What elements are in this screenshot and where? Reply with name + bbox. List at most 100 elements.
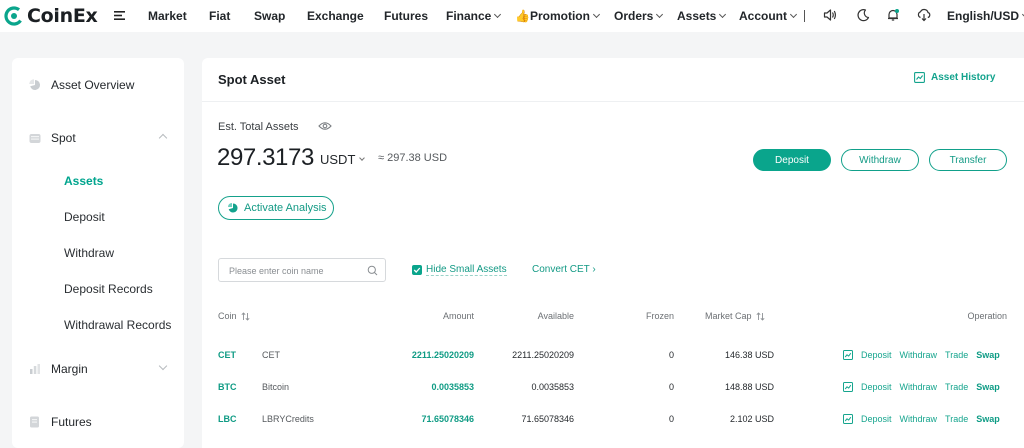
- coin-name: Bitcoin: [262, 382, 290, 392]
- sidebar-subitem-deposit-records[interactable]: Deposit Records: [12, 274, 184, 304]
- chart-icon[interactable]: [843, 382, 853, 392]
- search-input[interactable]: [229, 263, 359, 278]
- column-header-label: Operation: [967, 311, 1007, 321]
- nav-futures[interactable]: Futures: [384, 9, 428, 23]
- hide-small-assets-label: Hide Small Assets: [426, 264, 507, 276]
- asset-history-link[interactable]: Asset History: [914, 72, 995, 83]
- nav-futures-label: Futures: [384, 9, 429, 23]
- deposit-button[interactable]: Deposit: [753, 149, 831, 171]
- swap-link[interactable]: Swap: [976, 350, 1000, 360]
- speaker-icon[interactable]: [823, 8, 837, 22]
- sidebar-subitem-assets[interactable]: Assets: [12, 166, 184, 196]
- swap-link[interactable]: Swap: [976, 414, 1000, 424]
- top-navbar: CoinEx Market Fiat Swap Exchange Futures…: [0, 0, 1024, 32]
- currency-selector[interactable]: USDT: [320, 152, 366, 167]
- nav-finance[interactable]: Finance: [446, 9, 502, 23]
- coin-symbol[interactable]: CET: [218, 339, 236, 371]
- deposit-link[interactable]: Deposit: [861, 414, 892, 424]
- coin-amount: 2211.25020209: [411, 350, 474, 360]
- check-icon: [413, 267, 421, 273]
- sidebar-subitem-label: Deposit: [64, 210, 105, 224]
- withdraw-link[interactable]: Withdraw: [900, 382, 938, 392]
- coin-available: 71.65078346: [521, 414, 574, 424]
- spot-asset-panel: Spot Asset Asset History Est. Total Asse…: [202, 58, 1024, 448]
- sidebar-subitem-deposit[interactable]: Deposit: [12, 202, 184, 232]
- table-row: BTC Bitcoin 0.0035853 0.0035853 0 148.88…: [202, 371, 1024, 403]
- coin-symbol[interactable]: LBC: [218, 403, 237, 435]
- coin-frozen: 0: [668, 382, 674, 392]
- nav-account[interactable]: Account: [739, 9, 798, 23]
- deposit-link[interactable]: Deposit: [861, 350, 892, 360]
- coin-frozen: 0: [668, 350, 674, 360]
- column-header-frozen: Frozen: [646, 311, 674, 321]
- column-header-market-cap[interactable]: Market Cap: [705, 311, 765, 321]
- deposit-link[interactable]: Deposit: [861, 382, 892, 392]
- sidebar: Asset Overview Spot Assets Deposit Withd…: [12, 58, 184, 448]
- chevron-down-icon: [494, 10, 502, 19]
- sidebar-item-label: Futures: [51, 415, 92, 429]
- sidebar-subitem-withdrawal-records[interactable]: Withdrawal Records: [12, 310, 184, 340]
- chevron-down-icon: [719, 10, 727, 19]
- column-header-operation: Operation: [967, 311, 1007, 321]
- nav-fiat[interactable]: Fiat: [209, 9, 230, 23]
- sidebar-item-futures[interactable]: Futures: [12, 405, 184, 439]
- notification-icon[interactable]: [886, 8, 900, 22]
- sidebar-subitem-label: Withdraw: [64, 246, 115, 260]
- language-label: English/USD: [947, 9, 1020, 23]
- language-selector[interactable]: English/USD: [947, 9, 1024, 23]
- brand-name: CoinEx: [27, 5, 98, 27]
- hide-small-assets-toggle[interactable]: Hide Small Assets: [412, 264, 507, 276]
- total-assets-value: 297.3173: [217, 144, 314, 171]
- nav-orders[interactable]: Orders: [614, 9, 664, 23]
- nav-exchange[interactable]: Exchange: [307, 9, 364, 23]
- sort-icon: [756, 311, 765, 321]
- column-header-coin[interactable]: Coin: [218, 311, 250, 321]
- table-row: CET CET 2211.25020209 2211.25020209 0 14…: [202, 339, 1024, 371]
- currency-label: USDT: [320, 152, 356, 167]
- nav-assets[interactable]: Assets: [677, 9, 727, 23]
- nav-finance-label: Finance: [446, 9, 492, 23]
- chart-icon[interactable]: [843, 414, 853, 424]
- column-header-label: Market Cap: [705, 311, 752, 321]
- row-operations: Deposit Withdraw Trade Swap: [843, 371, 1000, 403]
- approx-usd-value: ≈ 297.38 USD: [378, 152, 448, 164]
- nav-market[interactable]: Market: [148, 9, 187, 23]
- coin-amount: 0.0035853: [431, 382, 474, 392]
- coinex-logo-icon: [4, 6, 24, 26]
- convert-cet-link[interactable]: Convert CET ›: [532, 264, 596, 275]
- row-operations: Deposit Withdraw Trade Swap: [843, 339, 1000, 371]
- sidebar-item-spot[interactable]: Spot: [12, 121, 184, 155]
- trade-link[interactable]: Trade: [945, 382, 968, 392]
- nav-swap[interactable]: Swap: [254, 9, 285, 23]
- coin-market-cap: 146.38 USD: [724, 350, 774, 360]
- coin-name: CET: [262, 350, 280, 360]
- nav-orders-label: Orders: [614, 9, 654, 23]
- coin-symbol[interactable]: BTC: [218, 371, 237, 403]
- coin-market-cap: 148.88 USD: [724, 382, 774, 392]
- column-header-available: Available: [538, 311, 574, 321]
- trade-link[interactable]: Trade: [945, 414, 968, 424]
- withdraw-button[interactable]: Withdraw: [841, 149, 919, 171]
- coinex-logo[interactable]: CoinEx: [4, 5, 98, 27]
- nav-promotion[interactable]: 👍Promotion: [515, 9, 600, 23]
- sidebar-item-margin[interactable]: Margin: [12, 352, 184, 386]
- sidebar-item-asset-overview[interactable]: Asset Overview: [12, 68, 184, 102]
- withdraw-link[interactable]: Withdraw: [900, 350, 938, 360]
- sidebar-subitem-withdraw[interactable]: Withdraw: [12, 238, 184, 268]
- checkbox[interactable]: [412, 265, 422, 275]
- trade-link[interactable]: Trade: [945, 350, 968, 360]
- nav-fiat-label: Fiat: [209, 9, 231, 23]
- eye-icon[interactable]: [318, 121, 332, 131]
- withdraw-link[interactable]: Withdraw: [900, 414, 938, 424]
- est-total-label: Est. Total Assets: [218, 121, 299, 133]
- download-icon[interactable]: [917, 8, 931, 22]
- sidebar-item-label: Asset Overview: [51, 78, 135, 92]
- activate-analysis-button[interactable]: Activate Analysis: [218, 196, 334, 220]
- chevron-down-icon: [789, 10, 798, 19]
- transfer-button[interactable]: Transfer: [929, 149, 1007, 171]
- swap-link[interactable]: Swap: [976, 382, 1000, 392]
- menu-icon[interactable]: [114, 10, 125, 21]
- moon-icon[interactable]: [856, 8, 870, 22]
- chart-icon[interactable]: [843, 350, 853, 360]
- search-icon[interactable]: [367, 265, 378, 276]
